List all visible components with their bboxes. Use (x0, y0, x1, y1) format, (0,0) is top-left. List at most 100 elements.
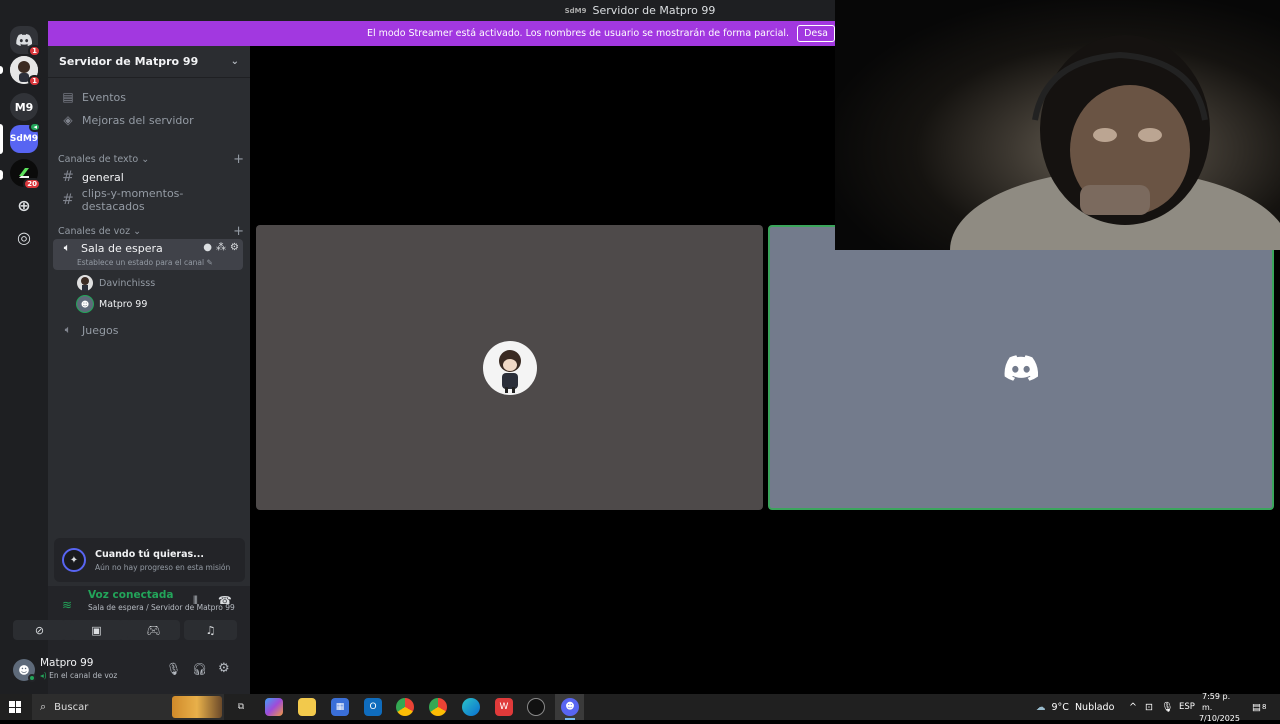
voice-channel-sala-de-espera[interactable]: 🔈︎ Sala de espera Establece un estado pa… (53, 239, 243, 270)
clock-time: 7:59 p. m. (1202, 691, 1231, 712)
soundboard-button[interactable]: ♫ (184, 620, 237, 640)
search-highlight-image (172, 696, 222, 718)
voice-channel-juegos[interactable]: 🔈︎ Juegos (54, 319, 244, 341)
taskbar-search[interactable]: ⌕ Buscar (32, 694, 224, 720)
task-view-icon[interactable]: ⧉ (232, 698, 250, 716)
server-boost-item[interactable]: ◈ Mejoras del servidor (54, 109, 244, 131)
voice-user-matpro[interactable]: ☻ Matpro 99 (77, 294, 147, 314)
chat-icon[interactable]: ● (203, 242, 212, 253)
disable-streamer-button[interactable]: Desa (797, 25, 835, 42)
windows-taskbar: ⌕ Buscar ⧉ ▦ O W ☻ ☁ 9°C Nublado ^ ⊡ 🎙︎ … (0, 691, 1280, 723)
microphone-tray-icon[interactable]: 🎙︎ (1161, 694, 1173, 720)
add-server-button[interactable]: ⊕ (10, 191, 38, 219)
edge-icon[interactable] (462, 698, 480, 716)
chrome-icon[interactable] (396, 698, 414, 716)
quest-title: Cuando tú quieras... (95, 549, 204, 560)
store-icon[interactable]: ▦ (331, 698, 349, 716)
banner-text: El modo Streamer está activado. Los nomb… (366, 28, 790, 39)
clock-date: 7/10/2025 (1198, 713, 1240, 723)
unread-indicator (0, 66, 3, 74)
gamepad-icon: 🎮︎ (146, 623, 161, 637)
headphones-icon[interactable]: 🎧︎ (192, 662, 207, 676)
notification-count: 8 (1261, 703, 1267, 711)
participant-tile-davinchisss[interactable] (256, 225, 763, 510)
disconnect-icon[interactable]: ☎ (218, 594, 232, 607)
add-channel-icon[interactable]: + (233, 152, 244, 167)
user-name[interactable]: Matpro 99 (40, 657, 93, 669)
wps-icon[interactable]: W (495, 698, 513, 716)
signal-icon[interactable]: ≋ (62, 598, 72, 612)
discord-logo-icon (1004, 354, 1038, 381)
chevron-down-icon: ⌄ (141, 154, 150, 165)
participant-tile-matpro[interactable] (768, 225, 1274, 510)
outlook-icon[interactable]: O (364, 698, 382, 716)
app-icon[interactable] (527, 698, 545, 716)
share-screen-button[interactable]: ▣ (70, 620, 123, 640)
server-sdm9-label: SdM9 (9, 134, 39, 144)
chevron-down-icon: ⌄ (133, 226, 142, 237)
camera-toggle-button[interactable]: ⊘ (13, 620, 66, 640)
weather-widget[interactable]: ☁ 9°C Nublado (1036, 694, 1114, 720)
webcam-overlay (835, 0, 1280, 250)
server-header[interactable]: Servidor de Matpro 99 ⌄ (48, 46, 250, 78)
network-icon[interactable]: ⊡ (1145, 694, 1153, 720)
avatar (77, 275, 93, 291)
language-indicator[interactable]: ESP (1179, 694, 1195, 720)
calendar-icon: ▤ (62, 90, 74, 104)
noise-suppression-icon[interactable]: ⦀ (193, 594, 198, 608)
events-label: Eventos (82, 90, 126, 104)
chevron-down-icon: ⌄ (230, 56, 239, 67)
file-explorer-icon[interactable] (298, 698, 316, 716)
gear-icon[interactable]: ⚙ (230, 242, 239, 253)
weather-temp: 9°C (1051, 701, 1069, 713)
chevron-up-icon[interactable]: ^ (1129, 694, 1137, 720)
server-m9[interactable]: M9 (10, 93, 38, 121)
video-off-icon: ⊘ (34, 623, 45, 637)
voice-user-davinchisss[interactable]: Davinchisss (77, 273, 155, 293)
soundboard-icon: ♫ (205, 623, 216, 637)
quest-subtitle: Aún no hay progreso en esta misión (95, 563, 231, 572)
pencil-icon[interactable]: ✎ (207, 258, 213, 267)
channel-label: general (82, 170, 124, 184)
hash-icon: # (62, 169, 74, 185)
activities-button[interactable]: 🎮︎ (127, 620, 180, 640)
voice-location-label[interactable]: Sala de espera / Servidor de Matpro 99 (88, 603, 235, 612)
text-channels-category[interactable]: Canales de texto ⌄ + (58, 152, 244, 167)
start-button[interactable] (9, 701, 21, 713)
channel-status-label: Establece un estado para el canal (77, 258, 205, 267)
discord-taskbar-active[interactable]: ☻ (555, 694, 584, 720)
user-avatar[interactable]: ☻ (13, 659, 36, 682)
chrome-profile-icon[interactable] (429, 698, 447, 716)
unread-badge: 1 (28, 75, 41, 87)
voice-connected-label[interactable]: Voz conectada (88, 589, 174, 601)
voice-category-label: Canales de voz (58, 226, 131, 237)
microphone-icon[interactable]: 🎙︎ (166, 662, 181, 676)
clock[interactable]: 7:59 p. m. 7/10/2025 (1199, 691, 1240, 723)
selected-indicator (0, 124, 3, 154)
server-icon-small: SdM9 (564, 6, 587, 15)
voice-indicator-icon: ◂ (29, 122, 41, 132)
boost-icon: ◈ (63, 113, 73, 127)
hash-icon: # (62, 192, 74, 208)
discover-button[interactable]: ◎ (10, 223, 38, 251)
events-item[interactable]: ▤ Eventos (54, 86, 244, 108)
window-title: Servidor de Matpro 99 (592, 4, 716, 17)
server-name: Servidor de Matpro 99 (59, 55, 199, 68)
discord-icon (16, 34, 32, 46)
copilot-icon[interactable] (265, 698, 283, 716)
server-avatar[interactable]: 1 (10, 56, 41, 87)
quest-card[interactable]: ✦ Cuando tú quieras... Aún no hay progre… (54, 538, 245, 582)
user-settings-icon[interactable]: ⚙ (218, 661, 230, 676)
server-rail: 1 1 M9 SdM9 ◂ 20 ⊕ ◎ (0, 21, 48, 694)
voice-channels-category[interactable]: Canales de voz ⌄ + (58, 224, 244, 239)
channel-general[interactable]: # general (54, 166, 244, 188)
channel-clips[interactable]: # clips-y-momentos-destacados (54, 187, 244, 213)
invite-icon[interactable]: ⁂ (216, 242, 226, 253)
add-channel-icon[interactable]: + (233, 224, 244, 239)
monitor-icon: ▣ (91, 623, 102, 637)
notifications-icon[interactable]: ▤ 8 (1252, 694, 1266, 720)
direct-messages-button[interactable]: 1 (10, 26, 41, 57)
server-green[interactable]: 20 (10, 159, 41, 190)
weather-desc: Nublado (1074, 701, 1115, 713)
server-sdm9[interactable]: SdM9 ◂ (9, 122, 41, 153)
